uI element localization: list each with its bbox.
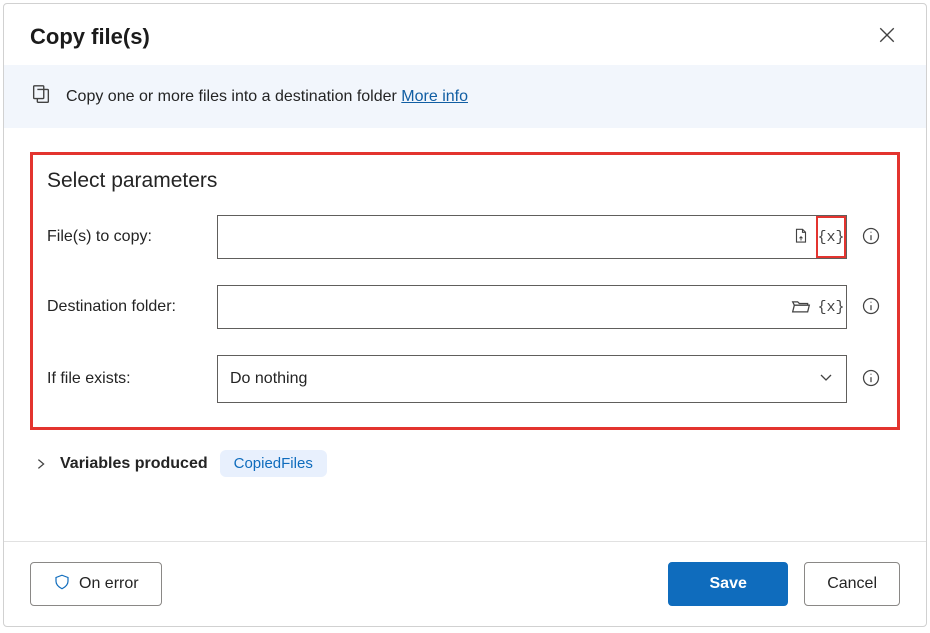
copy-files-icon [30,83,52,110]
dest-input[interactable] [218,286,786,328]
exists-select[interactable]: Do nothing [217,355,847,403]
field-files-to-copy: File(s) to copy: {x} [47,215,883,259]
banner-text: Copy one or more files into a destinatio… [66,88,468,106]
close-icon [878,32,896,47]
section-title: Select parameters [47,169,883,193]
variables-label: Variables produced [60,455,208,473]
info-icon [861,368,881,391]
files-input-wrap: {x} [217,215,847,259]
close-button[interactable] [874,22,900,51]
exists-label: If file exists: [47,370,217,388]
on-error-label: On error [79,575,139,593]
files-input[interactable] [218,216,786,258]
variable-icon: {x} [818,229,845,246]
dialog-title: Copy file(s) [30,24,150,50]
select-file-button[interactable] [786,216,816,258]
info-banner: Copy one or more files into a destinatio… [4,65,926,128]
field-if-file-exists: If file exists: Do nothing [47,355,883,403]
dest-info-button[interactable] [859,295,883,319]
shield-icon [53,573,71,596]
files-label: File(s) to copy: [47,228,217,246]
dialog-body: Select parameters File(s) to copy: [4,128,926,541]
select-folder-button[interactable] [786,286,816,328]
dialog-footer: On error Save Cancel [4,541,926,626]
insert-variable-files-button[interactable]: {x} [816,216,846,258]
copy-files-dialog: Copy file(s) Copy one or more files into… [3,3,927,627]
insert-variable-dest-button[interactable]: {x} [816,286,846,328]
chevron-down-icon [818,369,834,390]
variables-produced-row[interactable]: Variables produced CopiedFiles [30,450,900,477]
field-destination-folder: Destination folder: {x} [47,285,883,329]
dialog-header: Copy file(s) [4,4,926,65]
exists-info-button[interactable] [859,367,883,391]
variable-chip-copiedfiles[interactable]: CopiedFiles [220,450,327,477]
exists-value: Do nothing [230,370,307,388]
file-picker-icon [792,227,810,248]
save-button[interactable]: Save [668,562,788,606]
files-info-button[interactable] [859,225,883,249]
dest-label: Destination folder: [47,298,217,316]
folder-icon [791,297,811,318]
info-icon [861,296,881,319]
dest-input-wrap: {x} [217,285,847,329]
variable-icon: {x} [817,299,844,316]
footer-actions: Save Cancel [668,562,900,606]
chevron-right-icon [34,457,48,471]
parameters-highlight: Select parameters File(s) to copy: [30,152,900,430]
on-error-button[interactable]: On error [30,562,162,606]
info-icon [861,226,881,249]
more-info-link[interactable]: More info [401,88,468,105]
cancel-button[interactable]: Cancel [804,562,900,606]
